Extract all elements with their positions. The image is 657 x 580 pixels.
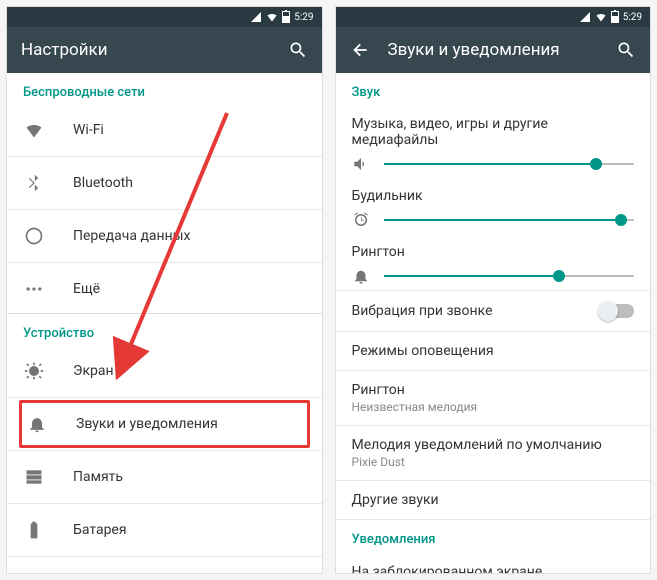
display-item[interactable]: Экран [7, 347, 322, 395]
apps-item[interactable]: Приложения [7, 559, 322, 573]
ring-label: Рингтон [352, 244, 635, 260]
notif-sound-title: Мелодия уведомлений по умолчанию [352, 437, 635, 453]
battery-icon [611, 11, 619, 23]
divider [7, 209, 322, 210]
storage-icon [23, 466, 45, 488]
vibrate-switch[interactable] [600, 304, 634, 318]
wifi-icon [595, 11, 607, 23]
data-usage-item[interactable]: Передача данных [7, 212, 322, 260]
wifi-item[interactable]: Wi-Fi [7, 106, 322, 154]
divider [7, 156, 322, 157]
battery-label: Батарея [73, 522, 127, 538]
divider [7, 503, 322, 504]
status-bar: 5:29 [7, 7, 322, 27]
storage-item[interactable]: Память [7, 453, 322, 501]
clock: 5:29 [623, 12, 642, 23]
settings-screen: 5:29 Настройки Беспроводные сети Wi-Fi B… [6, 6, 323, 574]
lock-title: На заблокированном экране [352, 564, 635, 573]
alarm-label: Будильник [352, 188, 635, 204]
section-sound: Звук [336, 73, 651, 106]
bluetooth-label: Bluetooth [73, 175, 133, 191]
divider [7, 556, 322, 557]
lock-notif-item[interactable]: На заблокированном экране Показывать уве… [336, 553, 651, 573]
sound-label: Звуки и уведомления [76, 416, 218, 432]
signal-icon [250, 11, 262, 23]
status-bar: 5:29 [336, 7, 651, 27]
section-wireless: Беспроводные сети [7, 73, 322, 106]
media-volume: Музыка, видео, игры и другие медиафайлы [336, 106, 651, 178]
notif-sound-item[interactable]: Мелодия уведомлений по умолчанию Pixie D… [336, 426, 651, 480]
volume-icon [352, 155, 370, 173]
other-label: Другие звуки [352, 492, 635, 508]
app-bar: Звуки и уведомления [336, 27, 651, 73]
vibrate-label: Вибрация при звонке [352, 303, 493, 319]
bell-icon [26, 413, 48, 435]
alarm-icon [352, 211, 370, 229]
other-sounds-item[interactable]: Другие звуки [336, 481, 651, 519]
data-label: Передача данных [73, 228, 191, 244]
settings-list: Беспроводные сети Wi-Fi Bluetooth Переда… [7, 73, 322, 573]
sound-list: Звук Музыка, видео, игры и другие медиаф… [336, 73, 651, 573]
clock: 5:29 [294, 12, 313, 23]
data-icon [23, 225, 45, 247]
back-button[interactable] [350, 40, 370, 60]
battery-icon [23, 519, 45, 541]
vibrate-item[interactable]: Вибрация при звонке [336, 291, 651, 331]
search-button[interactable] [288, 40, 308, 60]
notif-sound-sub: Pixie Dust [352, 455, 635, 469]
battery-item[interactable]: Батарея [7, 506, 322, 554]
display-label: Экран [73, 363, 114, 379]
bell-icon [352, 267, 370, 285]
more-item[interactable]: Ещё [7, 265, 322, 313]
ringtone-title: Рингтон [352, 382, 635, 398]
page-title: Звуки и уведомления [388, 40, 560, 60]
section-device: Устройство [7, 314, 322, 347]
page-title: Настройки [21, 40, 108, 60]
ringtone-item[interactable]: Рингтон Неизвестная мелодия [336, 371, 651, 425]
interrupt-item[interactable]: Режимы оповещения [336, 332, 651, 370]
display-icon [23, 360, 45, 382]
search-button[interactable] [616, 40, 636, 60]
wifi-icon [266, 11, 278, 23]
signal-icon [579, 11, 591, 23]
media-label: Музыка, видео, игры и другие медиафайлы [352, 116, 635, 148]
bluetooth-item[interactable]: Bluetooth [7, 159, 322, 207]
interrupt-label: Режимы оповещения [352, 343, 635, 359]
battery-icon [282, 11, 290, 23]
section-notif: Уведомления [336, 520, 651, 553]
sound-item[interactable]: Звуки и уведомления [26, 413, 303, 435]
ring-slider[interactable] [384, 266, 635, 286]
alarm-slider[interactable] [384, 210, 635, 230]
media-slider[interactable] [384, 154, 635, 174]
alarm-volume: Будильник [336, 178, 651, 234]
apps-icon [23, 572, 45, 573]
more-label: Ещё [73, 281, 100, 297]
ringtone-sub: Неизвестная мелодия [352, 400, 635, 414]
sound-settings-screen: 5:29 Звуки и уведомления Звук Музыка, ви… [335, 6, 652, 574]
storage-label: Память [73, 469, 123, 485]
divider [7, 262, 322, 263]
divider [7, 450, 322, 451]
more-icon [23, 278, 45, 300]
highlight-box: Звуки и уведомления [19, 400, 310, 448]
divider [7, 397, 322, 398]
ring-volume: Рингтон [336, 234, 651, 290]
wifi-label: Wi-Fi [73, 122, 104, 138]
bluetooth-icon [23, 172, 45, 194]
app-bar: Настройки [7, 27, 322, 73]
wifi-icon [23, 119, 45, 141]
